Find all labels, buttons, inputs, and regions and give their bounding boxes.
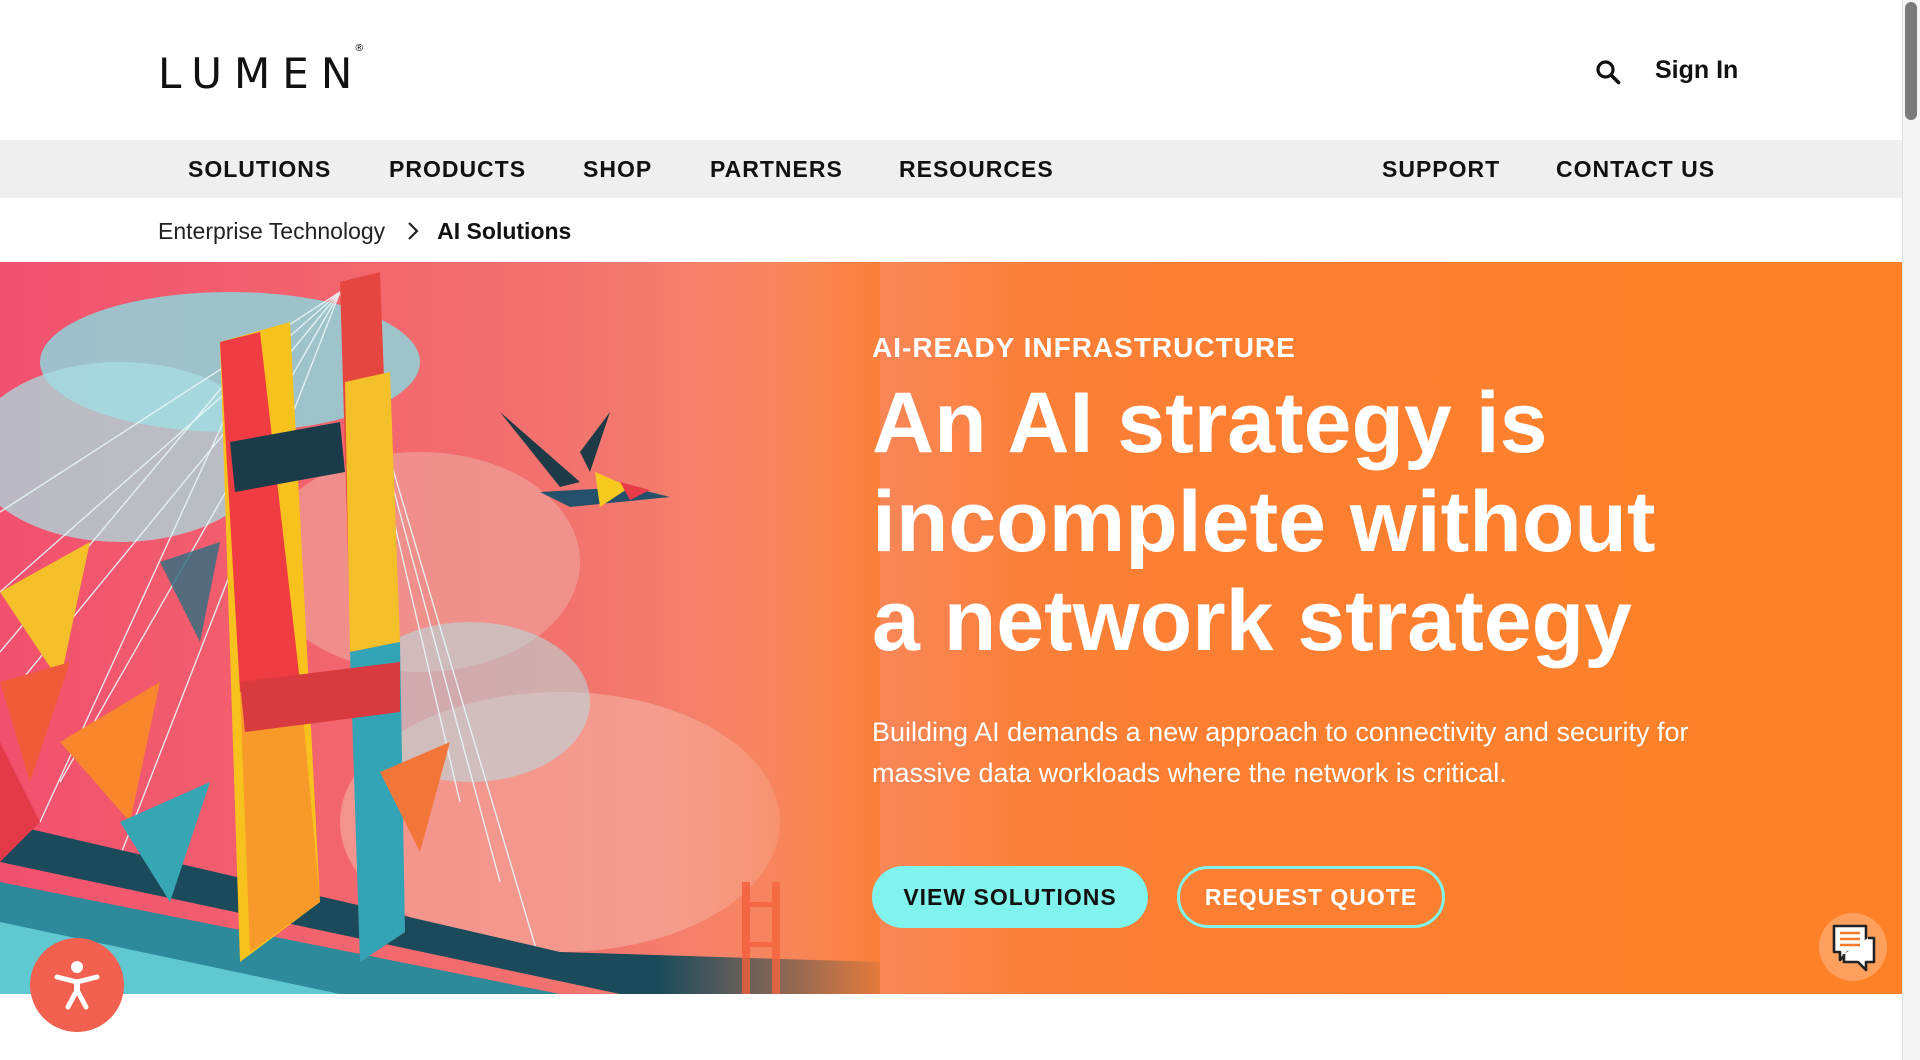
headline-line: incomplete without <box>872 474 1656 570</box>
hero-banner: AI-READY INFRASTRUCTURE An AI strategy i… <box>0 262 1902 994</box>
headline-line: a network strategy <box>872 573 1632 669</box>
breadcrumb: Enterprise Technology AI Solutions <box>158 214 571 248</box>
logo-registered-mark: ® <box>354 43 365 54</box>
nav-contact-us[interactable]: CONTACT US <box>1556 140 1715 198</box>
nav-resources[interactable]: RESOURCES <box>899 140 1054 198</box>
view-solutions-button[interactable]: VIEW SOLUTIONS <box>872 866 1148 928</box>
accessibility-icon[interactable] <box>30 938 124 1032</box>
nav-support[interactable]: SUPPORT <box>1382 140 1500 198</box>
page-scrollbar-thumb[interactable] <box>1905 2 1917 120</box>
page-scrollbar-track[interactable] <box>1902 0 1920 1060</box>
headline-line: An AI strategy is <box>872 375 1548 471</box>
hero-headline: An AI strategy is incomplete without a n… <box>872 374 1832 671</box>
search-icon[interactable] <box>1590 54 1626 90</box>
nav-products[interactable]: PRODUCTS <box>389 140 526 198</box>
nav-solutions[interactable]: SOLUTIONS <box>188 140 331 198</box>
lumen-logo[interactable]: LUMEN® <box>158 43 374 98</box>
chevron-right-icon <box>407 221 419 241</box>
bridge-artwork-image <box>0 262 880 994</box>
main-navigation: SOLUTIONS PRODUCTS SHOP PARTNERS RESOURC… <box>0 140 1902 198</box>
breadcrumb-current-page: AI Solutions <box>437 217 572 244</box>
nav-partners[interactable]: PARTNERS <box>710 140 843 198</box>
logo-text: LUMEN <box>158 49 365 98</box>
site-header: LUMEN® Sign In <box>0 0 1902 140</box>
chat-icon[interactable] <box>1818 912 1888 982</box>
breadcrumb-enterprise-technology[interactable]: Enterprise Technology <box>158 218 385 245</box>
nav-shop[interactable]: SHOP <box>583 140 652 198</box>
hero-description: Building AI demands a new approach to co… <box>872 717 1689 788</box>
sign-in-link[interactable]: Sign In <box>1655 52 1738 88</box>
hero-eyebrow: AI-READY INFRASTRUCTURE <box>872 332 1296 363</box>
request-quote-button[interactable]: REQUEST QUOTE <box>1177 866 1445 928</box>
